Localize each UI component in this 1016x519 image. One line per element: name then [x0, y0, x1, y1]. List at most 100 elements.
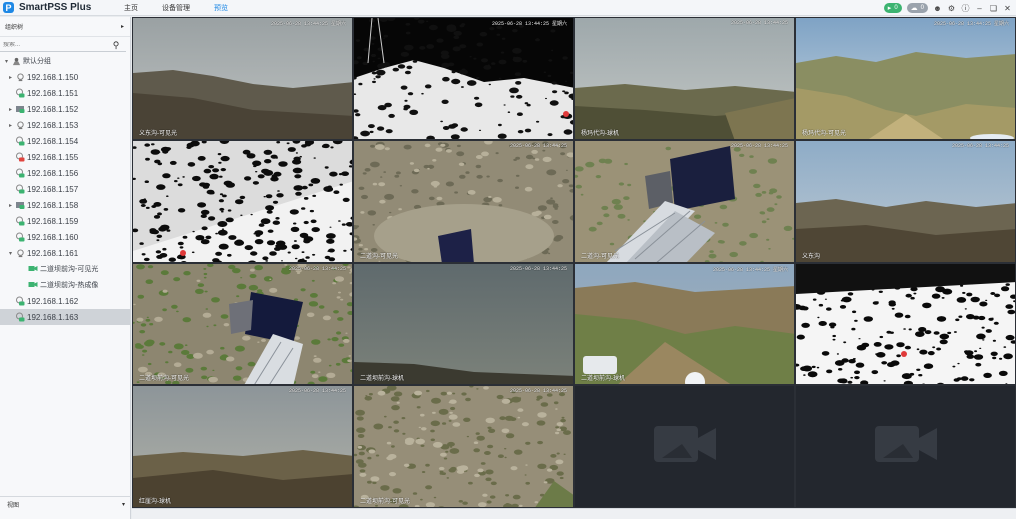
- video-frame: [133, 18, 352, 139]
- tree-item-label: 192.168.1.157: [27, 184, 79, 194]
- tree-item-device[interactable]: 192.168.1.163: [0, 309, 130, 325]
- video-channel-caption: 二道坝前沟-可见光: [139, 376, 189, 383]
- video-pane[interactable]: [132, 139, 353, 263]
- tree-item-device[interactable]: 192.168.1.160: [0, 229, 130, 245]
- camera-outline-icon: [15, 72, 25, 82]
- logo-mark: P: [3, 2, 14, 13]
- expand-arrow-icon[interactable]: ▸: [6, 106, 15, 113]
- search-input[interactable]: [0, 42, 110, 48]
- video-timestamp: 2025-06-28 13:44:25 星期六: [270, 21, 346, 27]
- video-channel-caption: 义东沟: [802, 253, 821, 260]
- camera-green-icon: [15, 184, 25, 194]
- tree-item-device[interactable]: ▸ 192.168.1.150: [0, 69, 130, 85]
- chevron-down-icon: ▾: [121, 501, 125, 508]
- tree-item-label: 192.168.1.151: [27, 88, 79, 98]
- tree-item-device[interactable]: ▸ 192.168.1.153: [0, 117, 130, 133]
- tree-item-device[interactable]: 192.168.1.156: [0, 165, 130, 181]
- video-pane[interactable]: 2025-06-28 13:44:25 星期六义东沟-可见光: [132, 17, 353, 140]
- collapse-arrow-icon[interactable]: ▸: [121, 23, 124, 30]
- expand-arrow-icon[interactable]: ▸: [6, 74, 15, 81]
- tree-item-label: 二道坝前沟-可见光: [40, 266, 99, 273]
- expand-arrow-icon[interactable]: ▾: [6, 250, 15, 257]
- nvr-icon: [15, 200, 25, 210]
- sound-alarm-badge[interactable]: ▸ 0: [883, 3, 902, 13]
- video-pane[interactable]: 2025-06-28 13:44:25 二道沟-可见光: [353, 139, 574, 263]
- video-pane[interactable]: [795, 262, 1016, 386]
- tree-item-channel[interactable]: 二道坝前沟-热成像: [0, 277, 130, 293]
- close-icon[interactable]: ✕: [1003, 4, 1012, 13]
- speaker-icon: ▸: [887, 5, 892, 12]
- tree-item-label: 192.168.1.153: [27, 120, 79, 130]
- tree-item-channel[interactable]: 二道坝前沟-可见光: [0, 261, 130, 277]
- user-icon[interactable]: ☻: [933, 4, 942, 13]
- video-pane[interactable]: 2025-06-28 13:44:25 二道坝前沟-可见光: [132, 262, 353, 386]
- camera-green-icon: [15, 296, 25, 306]
- channel-icon: [28, 280, 38, 290]
- video-channel-caption: 义东沟-可见光: [139, 130, 177, 137]
- tab-preview[interactable]: 预览: [202, 0, 240, 16]
- empty-video-pane[interactable]: [574, 385, 795, 508]
- video-pane[interactable]: 2025-06-28 13:44:25 红崖沟-球机: [132, 385, 353, 508]
- video-pane[interactable]: 2025-06-28 13:44:25 二道坝前沟-球机: [353, 262, 574, 386]
- tree-item-device[interactable]: 192.168.1.154: [0, 133, 130, 149]
- tree-root-default-group[interactable]: ▾ 默认分组: [0, 53, 130, 69]
- video-pane[interactable]: 2025-06-28 13:44:25 义东沟: [795, 139, 1016, 263]
- cloud-alarm-badge[interactable]: ☁ 0: [906, 3, 928, 13]
- camera-green-icon: [15, 88, 25, 98]
- tree-item-label: 192.168.1.160: [27, 232, 79, 242]
- video-timestamp: 2025-06-28 13:44:25 星期六: [491, 21, 567, 27]
- expand-arrow-icon[interactable]: ▾: [2, 58, 11, 65]
- tree-item-label: 192.168.1.162: [27, 296, 79, 306]
- video-channel-caption: 二道坝前沟-球机: [360, 376, 404, 383]
- video-pane[interactable]: 2025-06-28 13:44:25 星期六 二道坝前沟-球机: [574, 262, 795, 386]
- tree-item-label: 192.168.1.161: [27, 248, 79, 258]
- tree-item-device[interactable]: 192.168.1.155: [0, 149, 130, 165]
- expand-arrow-icon[interactable]: ▸: [6, 122, 15, 129]
- tab-home[interactable]: 主页: [112, 0, 150, 16]
- video-pane[interactable]: 2025-06-28 13:44:25 星期六 杨玛代沟-可见光: [795, 17, 1016, 140]
- video-pane[interactable]: 2025-06-28 13:44:25 星期六: [353, 17, 574, 140]
- views-section[interactable]: 视图 ▾: [0, 496, 131, 511]
- video-frame: [354, 18, 573, 139]
- gear-icon[interactable]: ⚙: [947, 4, 956, 13]
- tree-item-device[interactable]: 192.168.1.159: [0, 213, 130, 229]
- restore-icon[interactable]: ❏: [989, 4, 998, 13]
- video-pane[interactable]: 2025-06-28 13:44:25 杨玛代沟-球机: [574, 17, 795, 140]
- tree-item-device[interactable]: ▸ 192.168.1.152: [0, 101, 130, 117]
- video-frame: [133, 386, 352, 508]
- tree-item-device[interactable]: ▸ 192.168.1.158: [0, 197, 130, 213]
- tree-item-label: 默认分组: [23, 58, 51, 65]
- video-pane[interactable]: 2025-06-28 13:44:25 二道坝前沟-可见光: [353, 385, 574, 508]
- minimize-icon[interactable]: –: [975, 4, 984, 13]
- tree-item-label: 192.168.1.150: [27, 72, 79, 82]
- video-frame: [575, 140, 794, 262]
- views-label: 视图: [7, 502, 20, 509]
- video-timestamp: 2025-06-28 13:44:25: [288, 388, 346, 395]
- organization-tree-panel: 组织树 ▸ ⚲ ▾ 默认分组 ▸ 192.168.1.150 192.168.1.151…: [0, 17, 131, 519]
- video-pane[interactable]: 2025-06-28 13:44:25 二道沟-可见光: [574, 139, 795, 263]
- tree-item-device[interactable]: 192.168.1.151: [0, 85, 130, 101]
- video-channel-caption: 二道坝前沟-可见光: [360, 499, 410, 505]
- video-frame: [575, 18, 794, 139]
- tree-item-label: 192.168.1.158: [27, 200, 79, 210]
- empty-video-pane[interactable]: [795, 385, 1016, 508]
- tree-item-device[interactable]: 192.168.1.162: [0, 293, 130, 309]
- app-name: SmartPSS Plus: [19, 2, 92, 13]
- video-timestamp: 2025-06-28 13:44:25: [509, 265, 567, 272]
- tab-device-management[interactable]: 设备管理: [150, 0, 202, 16]
- video-timestamp: 2025-06-28 13:44:25: [951, 142, 1009, 149]
- camera-outline-icon: [15, 120, 25, 130]
- search-icon[interactable]: ⚲: [110, 40, 122, 51]
- camera-green-icon: [15, 168, 25, 178]
- tree-item-device[interactable]: ▾ 192.168.1.161: [0, 245, 130, 261]
- tree-item-device[interactable]: 192.168.1.157: [0, 181, 130, 197]
- channel-icon: [28, 264, 38, 274]
- video-frame: [796, 263, 1015, 385]
- tree-item-label: 192.168.1.156: [27, 168, 79, 178]
- video-timestamp: 2025-06-28 13:44:25: [509, 142, 567, 149]
- expand-arrow-icon[interactable]: ▸: [6, 202, 15, 209]
- video-camera-placeholder-icon: [873, 422, 939, 471]
- video-frame: [354, 140, 573, 262]
- info-icon[interactable]: ⓘ: [961, 3, 970, 14]
- video-timestamp: 2025-06-28 13:44:25 星期六: [712, 266, 788, 273]
